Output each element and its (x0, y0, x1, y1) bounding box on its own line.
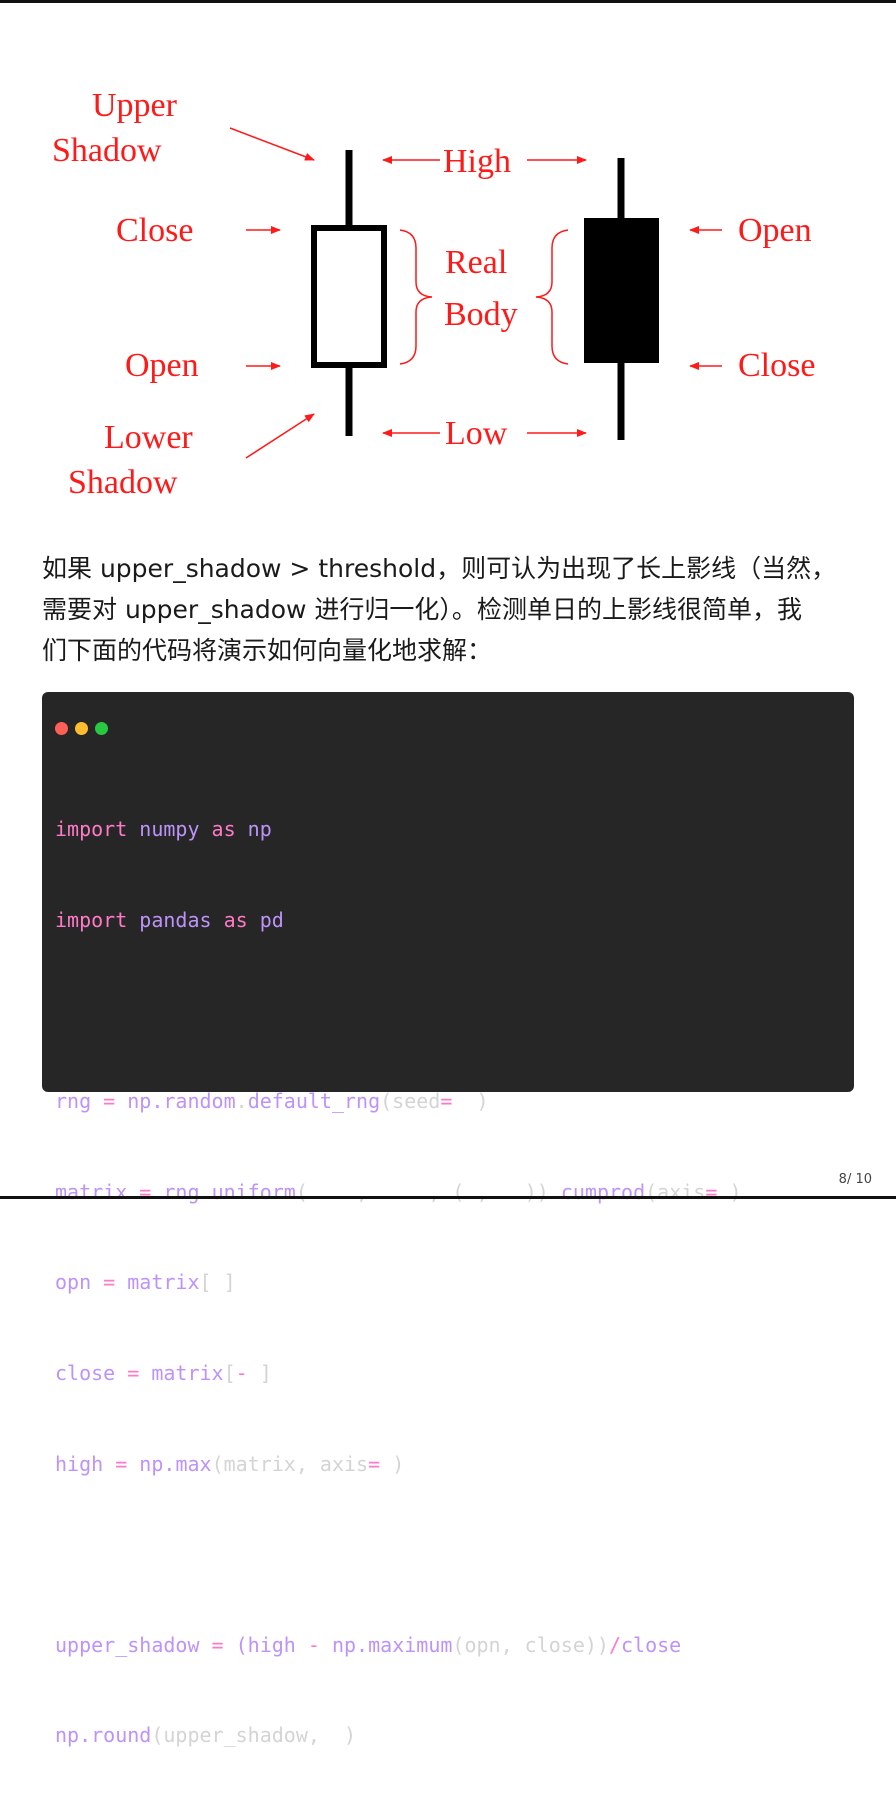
hollow-body (311, 225, 387, 368)
label-real: Real (445, 244, 507, 281)
label-close-right: Close (738, 347, 815, 384)
bottom-rule (0, 1196, 896, 1199)
paragraph-line: 需要对 upper_shadow 进行归一化）。检测单日的上影线很简单，我 (42, 595, 802, 624)
code-window: import numpy as np import pandas as pd r… (42, 692, 854, 1747)
brace-right (535, 229, 569, 365)
close-dot-icon (55, 722, 68, 735)
label-upper-shadow: Shadow (52, 132, 162, 169)
filled-body (584, 218, 659, 363)
top-rule (0, 0, 896, 3)
code-line: import pandas as pd (55, 908, 284, 932)
paragraph-line: 如果 upper_shadow > threshold，则可认为出现了长上影线（… (42, 554, 837, 583)
body-paragraph: 如果 upper_shadow > threshold，则可认为出现了长上影线（… (42, 548, 862, 671)
label-body: Body (444, 296, 518, 333)
code-line: upper_shadow = (high - np.maximum(opn, c… (55, 1632, 682, 1657)
arrow-lower-shadow (245, 413, 315, 459)
arrow-upper-shadow (229, 127, 315, 161)
candlestick-diagram: Upper Shadow Close Open Lower Shadow Hig… (52, 87, 815, 501)
code-line: high = np.max(matrix, axis=0) (55, 1451, 405, 1476)
code-line: import numpy as np (55, 817, 272, 842)
code-line: opn = matrix[0] (55, 1270, 236, 1295)
minimize-dot-icon (75, 722, 88, 735)
code-block: import numpy as np import pandas as pd r… (55, 754, 741, 1811)
code-line: np.round(upper_shadow, 2) (55, 1723, 357, 1748)
label-lower-shadow: Shadow (68, 464, 178, 501)
filled-candle (584, 158, 659, 440)
label-low: Low (445, 415, 508, 452)
label-open-left: Open (125, 347, 199, 384)
hollow-candle (311, 150, 387, 436)
page-number: 8/ 10 (838, 1172, 872, 1187)
label-open-right: Open (738, 212, 812, 249)
label-high: High (443, 143, 511, 180)
code-line: rng = np.random.default_rng(seed=78) (55, 1089, 489, 1114)
code-line: close = matrix[-1] (55, 1360, 272, 1385)
maximize-dot-icon (95, 722, 108, 735)
label-lower: Lower (104, 419, 193, 456)
code-line: matrix = rng.uniform(0.98, 1.02, (4, 30)… (55, 1179, 742, 1204)
paragraph-line: 们下面的代码将演示如何向量化地求解： (42, 636, 493, 665)
brace-left (399, 229, 433, 365)
label-upper: Upper (92, 87, 178, 124)
label-close-left: Close (116, 212, 193, 249)
